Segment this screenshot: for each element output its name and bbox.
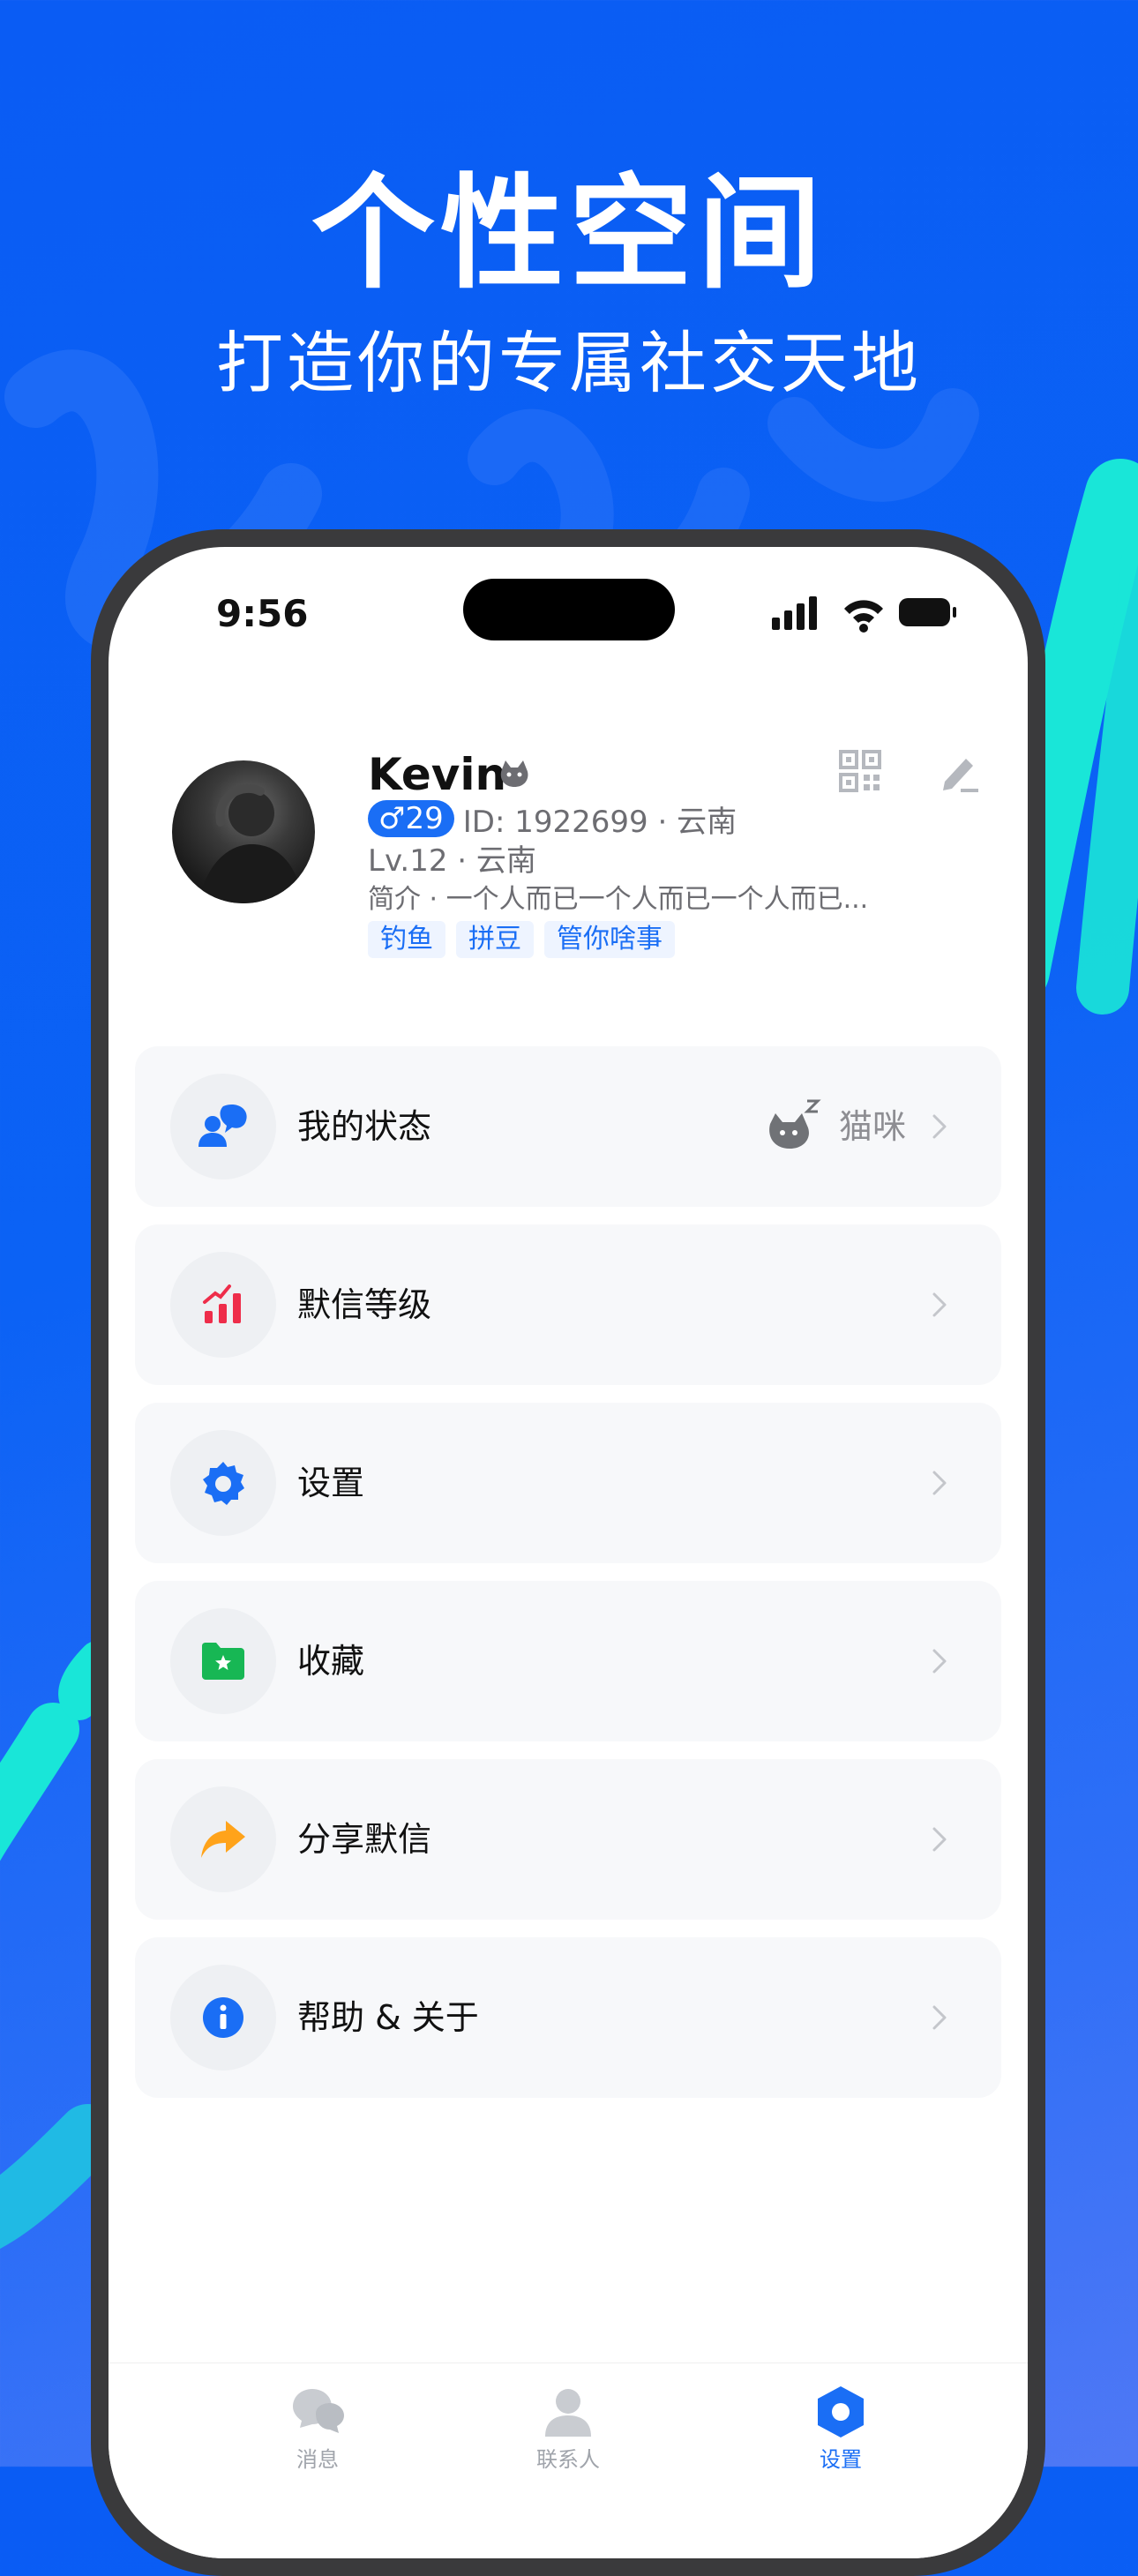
qr-code-icon[interactable] (839, 750, 881, 792)
profile-id: ID: 1922699 · 云南 (462, 804, 737, 840)
menu-item-settings[interactable]: 设置 (135, 1403, 1001, 1563)
chevron-right-icon (932, 2005, 947, 2030)
tab-label: 消息 (296, 2447, 339, 2472)
profile-tags: 钓鱼 拼豆 管你啥事 (368, 921, 675, 958)
cat-sleeping-icon (769, 1099, 821, 1149)
cat-status-icon (500, 760, 528, 787)
profile-level: Lv.12 · 云南 (368, 843, 536, 879)
tab-bar: 消息 联系人 设置 (109, 2363, 1028, 2558)
profile-bio: 简介 · 一个人而已一个人而已一个人而已... (368, 884, 869, 915)
profile-meta-line: ♂29 ID: 1922699 · 云南 (368, 798, 737, 840)
phone-screen: 9:56 Kevin ♂29 ID: 1922699 · 云南 Lv.12 · … (109, 547, 1028, 2558)
status-icons (772, 596, 956, 633)
settings-menu: 我的状态 猫咪 默信等级 设置 收藏 分享默信 帮助 & 关于 (135, 1046, 1001, 2115)
chat-bubbles-icon (229, 2381, 406, 2443)
menu-item-label: 我的状态 (297, 1107, 432, 1146)
edit-pencil-icon[interactable] (938, 750, 980, 794)
chevron-right-icon (932, 1292, 947, 1317)
menu-item-my-status[interactable]: 我的状态 猫咪 (135, 1046, 1001, 1207)
menu-item-favorites[interactable]: 收藏 (135, 1581, 1001, 1741)
tab-label: 设置 (820, 2447, 862, 2472)
menu-item-share[interactable]: 分享默信 (135, 1759, 1001, 1920)
menu-item-label: 收藏 (297, 1642, 365, 1681)
profile-tag: 拼豆 (456, 921, 534, 958)
menu-item-help-about[interactable]: 帮助 & 关于 (135, 1937, 1001, 2098)
profile-name: Kevin (368, 749, 507, 800)
status-time: 9:56 (216, 592, 309, 635)
settings-hexagon-icon (752, 2381, 929, 2443)
chevron-right-icon (932, 1114, 947, 1139)
hero-title: 个性空间 (311, 161, 827, 306)
share-arrow-icon (170, 1786, 276, 1892)
tab-contacts[interactable]: 联系人 (480, 2381, 656, 2475)
cellular-signal-icon (772, 596, 817, 630)
profile-tag: 管你啥事 (544, 921, 675, 958)
avatar[interactable] (172, 760, 315, 903)
chevron-right-icon (932, 1827, 947, 1852)
menu-item-label: 分享默信 (297, 1820, 432, 1859)
profile-tag: 钓鱼 (368, 921, 445, 958)
menu-item-label: 设置 (297, 1464, 365, 1502)
chevron-right-icon (932, 1471, 947, 1495)
star-folder-icon (170, 1608, 276, 1714)
tab-label: 联系人 (536, 2447, 600, 2472)
battery-icon (899, 598, 956, 626)
profile-header[interactable]: Kevin ♂29 ID: 1922699 · 云南 Lv.12 · 云南 简介… (109, 749, 1028, 962)
info-icon (170, 1965, 276, 2071)
gear-icon (170, 1430, 276, 1536)
hero-subtitle: 打造你的专属社交天地 (216, 324, 922, 402)
menu-item-label: 默信等级 (297, 1285, 432, 1324)
contact-person-icon (480, 2381, 656, 2443)
chevron-right-icon (932, 1649, 947, 1674)
menu-item-level[interactable]: 默信等级 (135, 1224, 1001, 1385)
wifi-icon (844, 600, 883, 633)
menu-item-label: 帮助 & 关于 (297, 1998, 479, 2037)
gender-age-badge: ♂29 (368, 800, 454, 837)
dynamic-island (463, 579, 675, 640)
phone-frame: 9:56 Kevin ♂29 ID: 1922699 · 云南 Lv.12 · … (91, 529, 1045, 2576)
level-chart-icon (170, 1252, 276, 1358)
people-chat-icon (170, 1074, 276, 1179)
tab-settings[interactable]: 设置 (752, 2381, 929, 2475)
status-value: 猫咪 (838, 1107, 906, 1146)
tab-messages[interactable]: 消息 (229, 2381, 406, 2475)
